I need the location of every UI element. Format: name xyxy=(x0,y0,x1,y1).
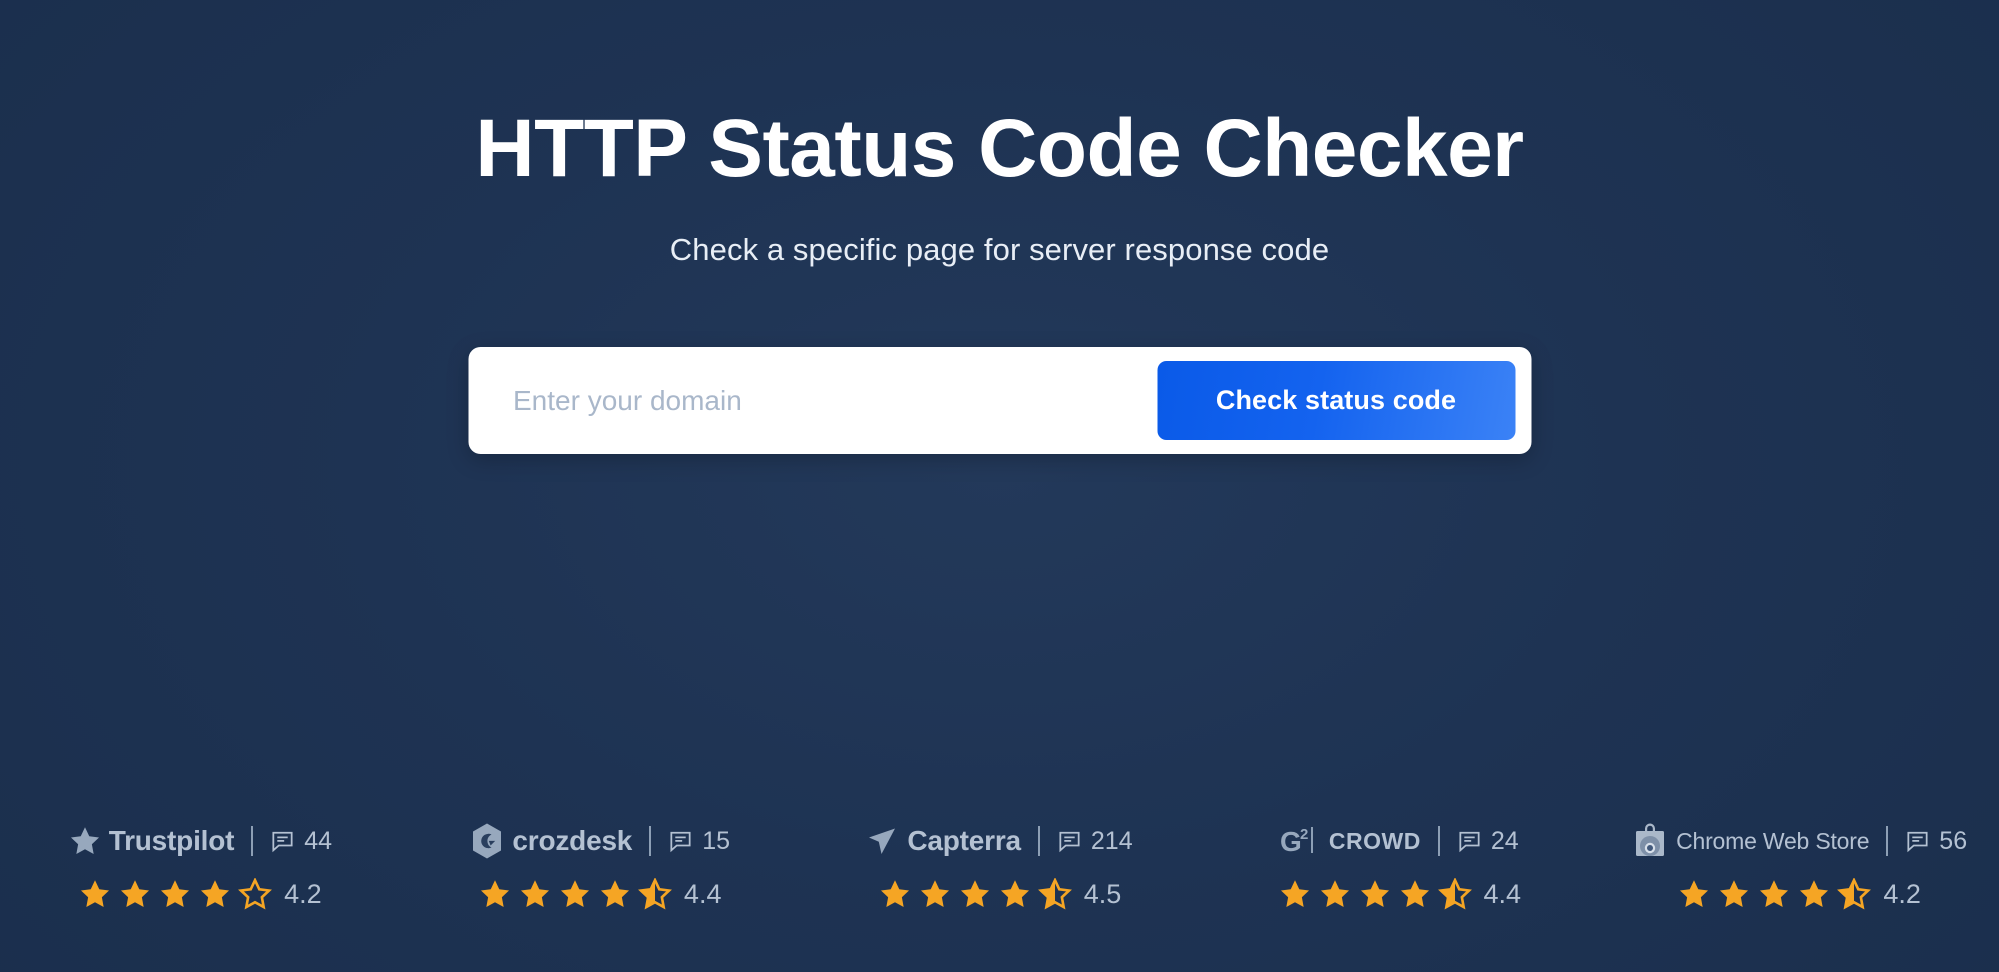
brand-label: Capterra xyxy=(907,825,1021,856)
star-half-icon xyxy=(637,878,672,911)
review-badge-trustpilot[interactable]: Trustpilot 44 4.2 xyxy=(0,821,400,911)
brand-label: CROWD xyxy=(1328,827,1421,854)
review-badge-g2crowd[interactable]: G 2 CROWD 24 4.4 xyxy=(1199,821,1599,911)
star-filled-icon xyxy=(1797,878,1831,911)
review-count: 44 xyxy=(270,827,332,856)
star-filled-icon xyxy=(1398,878,1432,911)
capterra-logo: Capterra xyxy=(866,824,1021,858)
star-filled-icon xyxy=(198,878,232,911)
rating-value: 4.5 xyxy=(1083,879,1122,909)
check-status-code-button[interactable]: Check status code xyxy=(1157,361,1515,440)
star-filled-icon xyxy=(1717,878,1751,911)
star-half-icon xyxy=(1037,878,1072,911)
review-count-value: 24 xyxy=(1490,826,1519,855)
comment-icon xyxy=(1457,829,1482,854)
star-half-icon xyxy=(1437,878,1472,911)
trustpilot-logo: Trustpilot xyxy=(68,825,235,858)
star-filled-icon xyxy=(998,878,1032,911)
review-count: 15 xyxy=(668,827,730,856)
brand-label: Trustpilot xyxy=(108,825,235,856)
review-count: 214 xyxy=(1057,827,1133,856)
star-filled-icon xyxy=(518,878,552,911)
rating-value: 4.2 xyxy=(284,879,322,909)
comment-icon xyxy=(1057,829,1082,854)
divider xyxy=(1437,826,1440,856)
review-badge-crozdesk[interactable]: crozdesk 15 4.4 xyxy=(400,821,800,911)
star-filled-icon xyxy=(478,878,512,911)
review-count-value: 56 xyxy=(1939,826,1968,855)
star-filled-icon xyxy=(558,878,592,911)
brand-row: G 2 CROWD 24 xyxy=(1280,821,1519,861)
star-filled-icon xyxy=(598,878,632,911)
star-filled-icon xyxy=(1677,878,1711,911)
page-title: HTTP Status Code Checker xyxy=(475,103,1524,194)
rating-value: 4.4 xyxy=(683,879,722,909)
star-filled-icon xyxy=(878,878,912,911)
star-filled-icon xyxy=(158,878,192,911)
review-badge-capterra[interactable]: Capterra 214 4.5 xyxy=(800,821,1200,911)
brand-row: Trustpilot 44 xyxy=(68,821,332,861)
chrome-web-store-bag-icon xyxy=(1631,822,1669,860)
review-count-value: 214 xyxy=(1090,826,1133,855)
star-rating: 4.5 xyxy=(878,878,1122,911)
chrome-web-store-logo: Chrome Web Store xyxy=(1631,822,1869,860)
star-icon xyxy=(68,825,102,858)
brand-row: Capterra 214 xyxy=(866,821,1133,861)
comment-icon xyxy=(668,829,693,854)
star-rating: 4.2 xyxy=(1677,878,1921,911)
g2-crowd-logo: G 2 CROWD xyxy=(1280,824,1421,858)
brand-label: Chrome Web Store xyxy=(1676,827,1870,854)
page-subtitle: Check a specific page for server respons… xyxy=(669,232,1330,267)
domain-search-bar: Check status code xyxy=(468,347,1531,454)
brand-label: crozdesk xyxy=(512,825,633,856)
review-count-value: 44 xyxy=(304,826,333,855)
divider xyxy=(1886,826,1889,856)
comment-icon xyxy=(270,829,295,854)
review-count: 56 xyxy=(1905,827,1967,856)
star-filled-icon xyxy=(1358,878,1392,911)
crozdesk-hexagon-icon xyxy=(469,822,505,860)
star-rating: 4.4 xyxy=(478,878,722,911)
star-rating: 4.4 xyxy=(1278,878,1522,911)
hero-section: HTTP Status Code Checker Check a specifi… xyxy=(0,0,1999,268)
review-badge-chrome-web-store[interactable]: Chrome Web Store 56 4.2 xyxy=(1599,821,1999,911)
review-badges-strip: Trustpilot 44 4.2 crozdesk 15 4.4 Capter… xyxy=(0,812,1999,972)
crozdesk-logo: crozdesk xyxy=(469,822,632,860)
star-empty-icon xyxy=(238,878,273,911)
star-half-icon xyxy=(1837,878,1872,911)
star-filled-icon xyxy=(78,878,112,911)
star-filled-icon xyxy=(1278,878,1312,911)
star-filled-icon xyxy=(1757,878,1791,911)
capterra-arrow-icon xyxy=(866,824,900,858)
review-count-value: 15 xyxy=(702,826,730,855)
divider xyxy=(251,826,254,856)
star-filled-icon xyxy=(118,878,152,911)
rating-value: 4.2 xyxy=(1883,879,1921,909)
review-count: 24 xyxy=(1457,827,1519,856)
rating-value: 4.4 xyxy=(1483,879,1522,909)
divider xyxy=(649,826,652,856)
star-filled-icon xyxy=(958,878,992,911)
comment-icon xyxy=(1905,829,1930,854)
svg-text:2: 2 xyxy=(1300,826,1308,843)
star-rating: 4.2 xyxy=(78,878,322,911)
page-root: HTTP Status Code Checker Check a specifi… xyxy=(0,0,1999,972)
svg-text:G: G xyxy=(1280,826,1302,857)
brand-row: Chrome Web Store 56 xyxy=(1631,821,1967,861)
star-filled-icon xyxy=(918,878,952,911)
divider xyxy=(1037,826,1040,856)
domain-input[interactable] xyxy=(468,347,1157,454)
brand-row: crozdesk 15 xyxy=(469,821,730,861)
star-filled-icon xyxy=(1318,878,1352,911)
g2-crowd-icon: G 2 xyxy=(1280,824,1322,858)
